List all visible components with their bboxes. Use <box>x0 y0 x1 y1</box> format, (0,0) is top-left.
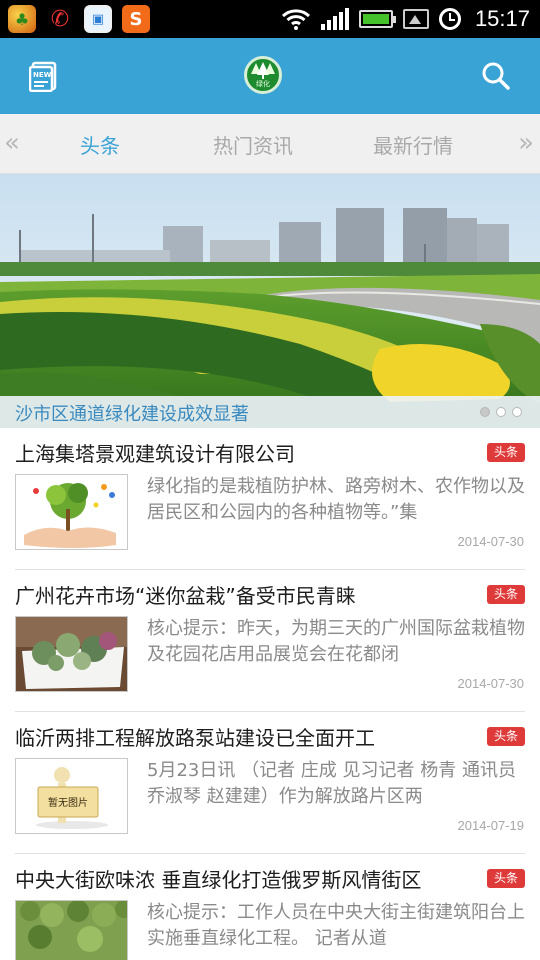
app-icon: ♣ <box>8 5 36 33</box>
news-item[interactable]: 中央大街欧味浓 垂直绿化打造俄罗斯风情街区 头条 核心提示：工作人员在中央大街主… <box>0 854 540 960</box>
carousel-dot <box>512 407 522 417</box>
news-summary[interactable]: 核心提示：工作人员在中央大街主街建筑阳台上实施垂直绿化工程。 记者从道 <box>147 900 532 952</box>
news-thumbnail[interactable] <box>15 900 128 960</box>
news-item[interactable]: 临沂两排工程解放路泵站建设已全面开工 头条 暂无图片 5月23日讯 （记者 庄成… <box>0 712 540 854</box>
no-image-placeholder: 暂无图片 <box>16 759 127 833</box>
news-date: 2014-07-30 <box>457 534 525 549</box>
news-date: 2014-07-30 <box>457 676 525 691</box>
tabs-next-arrow-icon[interactable]: » <box>518 128 534 158</box>
news-summary[interactable]: 绿化指的是栽植防护林、路旁树木、农作物以及居民区和公园内的各种植物等。”集 <box>147 474 532 526</box>
tab-headlines[interactable]: 头条 <box>80 130 120 159</box>
news-item[interactable]: 广州花卉市场“迷你盆栽”备受市民青睐 头条 核心提示：昨天，为期三天的广州国际盆… <box>0 570 540 712</box>
tab-latest-market[interactable]: 最新行情 <box>373 130 453 159</box>
wifi-icon <box>281 9 310 30</box>
news-date: 2014-07-19 <box>457 818 525 833</box>
news-icon: NEW <box>29 61 57 92</box>
news-item[interactable]: 上海集塔景观建筑设计有限公司 头条 绿化指的是栽植防护林、路旁树木、农作物以及居… <box>0 428 540 570</box>
no-image-label: 暂无图片 <box>48 796 88 809</box>
headline-badge: 头条 <box>487 443 525 462</box>
carousel-indicator <box>480 407 522 417</box>
news-thumbnail[interactable] <box>15 616 128 692</box>
banner-caption-bar[interactable]: 沙市区通道绿化建设成效显著 <box>0 396 540 428</box>
screenshot-icon <box>402 9 429 29</box>
notification-icons: ♣ ✆ ▣ S <box>8 5 150 33</box>
search-button[interactable] <box>476 56 516 96</box>
news-summary[interactable]: 核心提示：昨天，为期三天的广州国际盆栽植物及花园花店用品展览会在花都闭 <box>147 616 532 668</box>
succulents-image <box>16 617 127 691</box>
news-summary[interactable]: 5月23日讯 （记者 庄成 见习记者 杨青 通讯员 乔淑琴 赵建建）作为解放路片… <box>147 758 532 810</box>
banner-image <box>0 174 540 428</box>
headline-badge: 头条 <box>487 727 525 746</box>
news-title[interactable]: 广州花卉市场“迷你盆栽”备受市民青睐 <box>15 580 356 609</box>
category-tabs: « 头条 热门资讯 最新行情 » <box>0 114 540 174</box>
svg-text:NEW: NEW <box>33 71 52 79</box>
logo-text: 绿化 <box>256 80 270 88</box>
carousel-dot <box>496 407 506 417</box>
app-logo: 绿化 <box>244 56 282 94</box>
missed-call-icon: ✆ <box>46 5 74 33</box>
alarm-icon <box>438 8 461 30</box>
tab-hot-news[interactable]: 热门资讯 <box>213 130 293 159</box>
headline-badge: 头条 <box>487 585 525 604</box>
news-title[interactable]: 临沂两排工程解放路泵站建设已全面开工 <box>15 722 375 751</box>
carousel-dot <box>480 407 490 417</box>
app-header: NEW 绿化 <box>0 38 540 114</box>
status-bar: ♣ ✆ ▣ S 15:17 <box>0 0 540 38</box>
news-thumbnail[interactable] <box>15 474 128 550</box>
clock: 15:17 <box>474 6 530 31</box>
system-icons: 15:17 <box>281 5 530 33</box>
headline-badge: 头条 <box>487 869 525 888</box>
signal-icon <box>320 8 349 30</box>
tree-in-hands-image <box>16 475 127 549</box>
tabs-prev-arrow-icon[interactable]: « <box>4 128 20 158</box>
banner-caption[interactable]: 沙市区通道绿化建设成效显著 <box>15 400 249 426</box>
banner-carousel[interactable] <box>0 174 540 428</box>
tree-logo-icon <box>251 62 275 79</box>
photo-app-icon: ▣ <box>84 5 112 33</box>
news-title[interactable]: 中央大街欧味浓 垂直绿化打造俄罗斯风情街区 <box>15 864 421 893</box>
battery-icon <box>358 10 396 28</box>
search-icon <box>482 62 510 90</box>
news-thumbnail[interactable]: 暂无图片 <box>15 758 128 834</box>
battery-fill <box>362 14 389 24</box>
garden-image <box>16 901 127 960</box>
news-title[interactable]: 上海集塔景观建筑设计有限公司 <box>15 438 295 467</box>
news-button[interactable]: NEW <box>24 56 64 96</box>
sogou-s-icon: S <box>122 5 150 33</box>
